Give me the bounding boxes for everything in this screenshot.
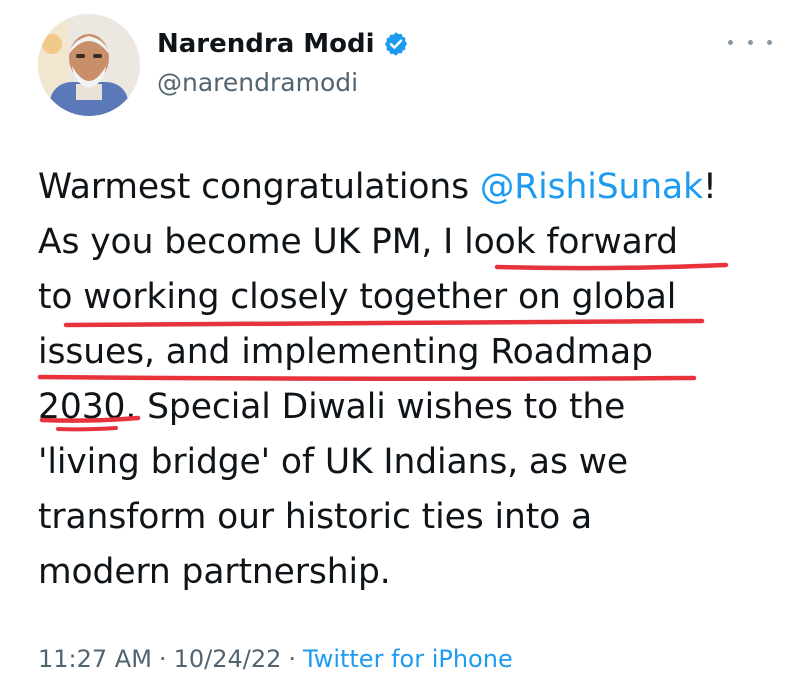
tweet-line: 2030. Special Diwali wishes to the [38, 387, 626, 427]
author-name[interactable]: Narendra Modi [157, 28, 375, 60]
tweet-time[interactable]: 11:27 AM [38, 645, 152, 673]
tweet-card: Narendra Modi @narendramodi Warmest cong… [0, 0, 800, 694]
tweet-line: transform our historic ties into a [38, 497, 593, 537]
tweet-line: As you become UK PM, I look forward [38, 222, 678, 262]
tweet-source-link[interactable]: Twitter for iPhone [303, 645, 513, 673]
author-name-row: Narendra Modi [157, 28, 409, 60]
tweet-date[interactable]: 10/24/22 [174, 645, 282, 673]
tweet-text: Warmest congratulations @RishiSunak! As … [38, 160, 778, 600]
tweet-meta: 11:27 AM · 10/24/22 · Twitter for iPhone [38, 645, 513, 673]
tweet-line: issues, and implementing Roadmap [38, 332, 653, 372]
tweet-line: 'living bridge' of UK Indians, as we [38, 442, 628, 482]
verified-badge-icon [383, 31, 409, 57]
author-handle[interactable]: @narendramodi [157, 67, 358, 99]
tweet-line: modern partnership. [38, 552, 391, 592]
tweet-line: Warmest congratulations @RishiSunak! [38, 167, 717, 207]
avatar[interactable] [38, 14, 140, 116]
tweet-line: to working closely together on global [38, 277, 677, 317]
more-horizontal-icon[interactable] [728, 30, 772, 54]
mention-link[interactable]: @RishiSunak [480, 167, 703, 207]
